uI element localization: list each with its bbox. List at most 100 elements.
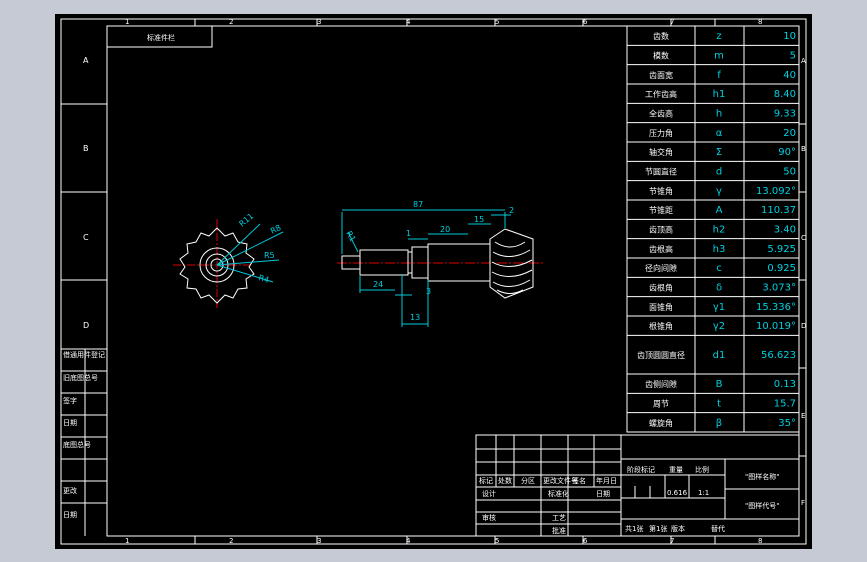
table-rows: 齿数 z 10 模数 m 5 齿面宽 f 40 工作齿高 h1 8.40 全齿高 h 9.33 压力角 α 20 轴…: [627, 31, 799, 429]
param-symbol: d: [716, 167, 722, 178]
tb-scale-val: 1:1: [698, 489, 709, 497]
param-name: 齿根角: [649, 283, 673, 293]
param-symbol: h: [716, 109, 722, 120]
param-name: 全齿高: [649, 109, 673, 119]
gear-front-view: R11 R8 R5 R4: [173, 212, 284, 308]
param-symbol: h1: [713, 89, 726, 100]
dim-1: 1: [406, 229, 411, 238]
param-value: 15.336°: [756, 302, 796, 313]
param-symbol: t: [717, 399, 721, 410]
tb-hdr-5: 年月日: [596, 476, 617, 485]
title-block-frame: [475, 434, 800, 537]
tb-hdr-2: 分区: [521, 476, 535, 485]
tb-hdr-1: 处数: [498, 476, 512, 485]
tb-row-approve: 批准: [552, 526, 566, 535]
param-symbol: A: [716, 205, 723, 216]
dim-24: 24: [373, 280, 383, 289]
col-label-5: 5: [495, 18, 499, 26]
tb-replace: 替代: [711, 524, 725, 533]
param-name: 节锥角: [649, 186, 673, 196]
param-name: 齿顶圆圆直径: [637, 350, 685, 360]
shaft-body: [359, 249, 409, 276]
param-value: 10: [783, 31, 796, 42]
param-name: 齿顶高: [649, 225, 673, 235]
param-value: 9.33: [774, 109, 796, 120]
param-symbol: f: [717, 70, 721, 81]
drawing-sheet: 1 2 3 4 5 6 7 8 1 2 3 4 5 6 7 8 A B C D …: [55, 14, 812, 549]
param-value: 110.37: [761, 205, 796, 216]
col-label-5-bottom: 5: [495, 537, 499, 545]
param-symbol: z: [716, 31, 721, 42]
param-value: 3.073°: [762, 283, 796, 294]
tb-hdr-0: 标记: [479, 476, 493, 485]
param-value: 20: [783, 128, 796, 139]
strip-label-5: 更改: [63, 486, 77, 495]
col-label-6-bottom: 6: [583, 537, 588, 545]
row-label-D-right: D: [801, 322, 806, 330]
col-label-3-bottom: 3: [317, 537, 321, 545]
tb-weight: 重量: [669, 466, 683, 474]
param-value: 8.40: [774, 89, 796, 100]
standard-parts-label: 标准件栏: [147, 33, 175, 42]
dim-r1: R1: [344, 230, 357, 244]
tb-std: 标准化: [548, 489, 569, 498]
strip-label-0: 借通用件登记: [63, 350, 105, 359]
strip-label-1: 旧底图总号: [63, 373, 98, 382]
dim-15: 15: [474, 215, 484, 224]
dim-87: 87: [413, 200, 423, 209]
strip-label-3: 日期: [63, 419, 77, 427]
row-label-C-right: C: [801, 234, 806, 242]
param-value: 10.019°: [756, 321, 796, 332]
param-name: 螺旋角: [649, 418, 673, 428]
dim-20: 20: [440, 225, 450, 234]
param-symbol: d1: [713, 350, 726, 361]
col-label-2-bottom: 2: [229, 537, 233, 545]
col-label-8: 8: [758, 18, 762, 26]
dim-13: 13: [410, 313, 420, 322]
param-symbol: Σ: [716, 147, 722, 158]
left-signature-strip: 借通用件登记 旧底图总号 签字 日期 底图总号 更改 日期: [61, 348, 107, 536]
tb-hdr-4: 签名: [572, 476, 586, 485]
param-name: 面锥角: [649, 302, 673, 312]
tb-sheet: 第1张: [649, 524, 667, 533]
row-label-B: B: [83, 144, 89, 153]
strip-label-4: 底图总号: [63, 440, 91, 449]
param-value: 56.623: [761, 350, 796, 361]
radius-r8: R8: [269, 223, 282, 236]
row-label-A-right: A: [801, 57, 806, 65]
col-label-1-bottom: 1: [125, 537, 129, 545]
tb-scale: 比例: [695, 465, 709, 474]
param-name: 周节: [653, 400, 669, 409]
param-name: 压力角: [649, 128, 673, 138]
param-name: 工作齿高: [645, 89, 677, 99]
param-name: 径向间隙: [645, 263, 677, 273]
param-value: 5.925: [767, 244, 796, 255]
param-name: 齿根高: [649, 244, 673, 254]
row-label-D: D: [83, 321, 89, 330]
tb-weight-val: 0.616: [667, 489, 688, 497]
tb-date: 日期: [596, 490, 610, 498]
param-symbol: h2: [713, 225, 726, 236]
strip-label-2: 签字: [63, 396, 77, 405]
gear-parameter-table: 齿数 z 10 模数 m 5 齿面宽 f 40 工作齿高 h1 8.40 全齿高 h 9.33 压力角 α 20 轴…: [626, 25, 800, 433]
param-value: 0.925: [767, 263, 796, 274]
param-value: 0.13: [774, 379, 796, 390]
tb-stage: 阶段标记: [627, 465, 655, 474]
param-value: 40: [783, 70, 796, 81]
col-label-6: 6: [583, 18, 588, 26]
row-label-C: C: [83, 233, 89, 242]
tb-row-design: 设计: [482, 489, 496, 498]
col-label-2: 2: [229, 18, 233, 26]
param-symbol: γ1: [713, 302, 725, 313]
title-block: 标记 处数 分区 更改文件号 签名 年月日 设计 审核 工艺 批准 标准化 日期…: [475, 434, 800, 537]
pinion-helix-lines: [491, 241, 533, 294]
tb-version: 版本: [671, 524, 685, 533]
param-name: 根锥角: [649, 321, 673, 331]
param-value: 15.7: [774, 399, 796, 410]
col-label-7: 7: [670, 18, 674, 26]
param-name: 轴交角: [649, 147, 673, 157]
param-symbol: α: [716, 128, 723, 139]
col-label-4: 4: [406, 18, 411, 26]
param-name: 节圆直径: [645, 167, 677, 177]
col-label-3: 3: [317, 18, 321, 26]
